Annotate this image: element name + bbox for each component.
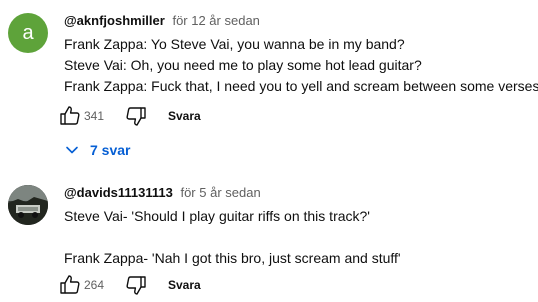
comment-timestamp[interactable]: för 12 år sedan	[172, 13, 259, 28]
like-icon[interactable]	[58, 104, 82, 128]
comment-text-line	[64, 227, 538, 248]
replies-count-label: 7 svar	[90, 142, 131, 158]
like-count: 341	[84, 109, 105, 123]
comment-text-line: Steve Vai- 'Should I play guitar riffs o…	[64, 208, 370, 224]
avatar-letter: a	[22, 22, 34, 44]
dislike-icon[interactable]	[124, 273, 148, 297]
like-icon[interactable]	[58, 273, 82, 297]
comment-text-line: Frank Zappa: Fuck that, I need you to ye…	[64, 78, 538, 94]
comment-author[interactable]: @aknfjoshmiller	[64, 13, 165, 28]
like-count: 264	[84, 278, 105, 292]
comment-author[interactable]: @davids11131113	[64, 185, 173, 200]
comment-text-line: Frank Zappa- 'Nah I got this bro, just s…	[64, 250, 401, 266]
reply-button[interactable]: Svara	[168, 109, 201, 123]
comment-actions: 264 Svara	[58, 273, 201, 297]
comment-text: Steve Vai- 'Should I play guitar riffs o…	[64, 206, 538, 269]
comment-header: @aknfjoshmiller för 12 år sedan	[64, 12, 538, 30]
comment-text-line: Frank Zappa: Yo Steve Vai, you wanna be …	[64, 36, 405, 52]
comment-timestamp[interactable]: för 5 år sedan	[180, 185, 260, 200]
comment-header: @davids11131113 för 5 år sedan	[64, 184, 538, 202]
comment-body: @aknfjoshmiller för 12 år sedan Frank Za…	[64, 12, 538, 97]
reply-button[interactable]: Svara	[168, 278, 201, 292]
comment-body: @davids11131113 för 5 år sedan Steve Vai…	[64, 184, 538, 269]
chevron-down-icon	[66, 146, 78, 154]
comment-text: Frank Zappa: Yo Steve Vai, you wanna be …	[64, 34, 538, 97]
avatar[interactable]: a	[8, 13, 48, 53]
dislike-icon[interactable]	[124, 104, 148, 128]
view-replies-button[interactable]: 7 svar	[62, 137, 130, 163]
comment-actions: 341 Svara	[58, 104, 201, 128]
avatar-photo	[8, 185, 48, 225]
avatar[interactable]	[8, 185, 48, 225]
comment-text-line: Steve Vai: Oh, you need me to play some …	[64, 57, 422, 73]
